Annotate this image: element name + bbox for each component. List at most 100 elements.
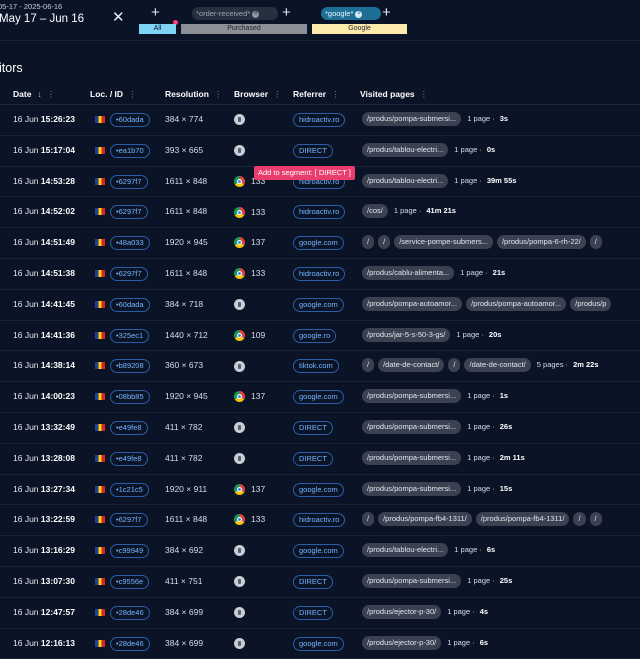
visitor-id-badge[interactable]: •ea1b70 (110, 143, 150, 158)
table-row[interactable]: 16 Jun 14:41:45 •60dada 384 × 718 google.co… (0, 290, 640, 321)
referrer-badge[interactable]: DIRECT (293, 605, 333, 620)
table-row[interactable]: 16 Jun 14:52:02 •6297f7 1611 × 848 133 hidro… (0, 197, 640, 229)
visitor-id-badge[interactable]: •08bb85 (110, 390, 150, 405)
column-menu-icon[interactable]: ⋮ (331, 89, 340, 99)
column-browser[interactable]: Browser ⋮ (234, 89, 282, 100)
table-row[interactable]: 16 Jun 15:17:04 •ea1b70 393 × 665 DIRECT/pr… (0, 136, 640, 167)
visitor-id-badge[interactable]: •e49fe8 (110, 420, 148, 435)
visited-page-chip[interactable]: /produs/ejector-p-30/ (362, 635, 442, 650)
table-row[interactable]: 16 Jun 14:41:36 •325ec1 1440 × 712 109 googl… (0, 321, 640, 352)
visited-page-chip[interactable]: /date-de-contact/ (378, 358, 445, 373)
column-menu-icon[interactable]: ⋮ (273, 89, 282, 99)
remove-filter-icon[interactable]: × (252, 10, 260, 18)
column-menu-icon[interactable]: ⋮ (128, 89, 137, 99)
table-row[interactable]: 16 Jun 14:51:38 •6297f7 1611 × 848 133 hidro… (0, 259, 640, 290)
visited-page-chip[interactable]: /cos/ (362, 204, 388, 219)
visitor-id-badge[interactable]: •e49fe8 (110, 451, 148, 466)
visited-page-chip[interactable]: /produs/tablou-electri... (362, 142, 449, 157)
visited-page-chip[interactable]: / (589, 512, 602, 527)
visited-page-chip[interactable]: /produs/pompa-submersi... (362, 112, 462, 126)
add-segment-google-button[interactable]: + (382, 5, 391, 20)
visitor-id-badge[interactable]: •325ec1 (110, 328, 150, 343)
column-date[interactable]: Date ↓ ⋮ (13, 89, 55, 100)
referrer-badge[interactable]: google.com (293, 236, 344, 251)
table-row[interactable]: 16 Jun 13:22:59 •6297f7 1611 × 848 133 hidro… (0, 505, 640, 537)
visitor-id-badge[interactable]: •1c21c5 (110, 482, 149, 497)
referrer-badge[interactable]: DIRECT (293, 451, 333, 466)
table-row[interactable]: 16 Jun 13:27:34 •1c21c5 1920 × 911 137 googl… (0, 475, 640, 506)
clear-date-button[interactable]: ✕ (112, 10, 125, 26)
visitor-id-badge[interactable]: •6297f7 (110, 513, 148, 528)
referrer-badge[interactable]: google.ro (293, 328, 337, 343)
visited-page-chip[interactable]: /produs/tablou-electri... (362, 173, 449, 188)
visitor-id-badge[interactable]: •c9556e (110, 574, 150, 589)
referrer-badge[interactable]: tiktok.com (293, 359, 339, 374)
visited-page-chip[interactable]: /service-pompe-submers... (394, 235, 493, 250)
visitor-id-badge[interactable]: •60dada (110, 113, 150, 127)
visited-page-chip[interactable]: /produs/pompa-submersi... (362, 419, 462, 434)
date-range-picker[interactable]: May 17 – Jun 16 (0, 13, 84, 25)
visited-page-chip[interactable]: / (362, 358, 375, 373)
add-segment-all-button[interactable]: + (151, 5, 160, 20)
table-row[interactable]: 16 Jun 12:16:13 •28de46 384 × 699 google.co… (0, 629, 640, 659)
column-visited-pages[interactable]: Visited pages ⋮ (360, 89, 428, 100)
sort-desc-icon[interactable]: ↓ (37, 89, 41, 99)
column-menu-icon[interactable]: ⋮ (420, 89, 429, 99)
visited-page-chip[interactable]: / (362, 235, 375, 250)
visited-page-chip[interactable]: /produs/pompa-autoamor... (362, 296, 463, 311)
visitor-id-badge[interactable]: •6297f7 (110, 266, 148, 281)
column-menu-icon[interactable]: ⋮ (47, 89, 56, 99)
visited-page-chip[interactable]: / (362, 512, 375, 527)
referrer-badge[interactable]: hidroactiv.ro (293, 205, 346, 220)
table-row[interactable]: 16 Jun 13:16:29 •c99949 384 × 692 google.co… (0, 536, 640, 567)
table-row[interactable]: 16 Jun 14:51:49 •48a033 1920 × 945 137 googl… (0, 228, 640, 259)
table-row[interactable]: 16 Jun 13:28:08 •e49fe8 411 × 782 DIRECT/pr… (0, 444, 640, 475)
visitor-id-badge[interactable]: •28de46 (110, 636, 150, 651)
visited-page-chip[interactable]: /produs/pompa-autoamor... (466, 296, 567, 311)
segment-all-tab[interactable]: All (139, 24, 176, 34)
visited-page-chip[interactable]: / (448, 358, 461, 373)
table-row[interactable]: 16 Jun 13:32:49 •e49fe8 411 × 782 DIRECT/pr… (0, 413, 640, 444)
referrer-badge[interactable]: DIRECT (293, 143, 333, 158)
add-segment-purchased-button[interactable]: + (282, 5, 291, 20)
referrer-badge[interactable]: hidroactiv.ro (293, 513, 346, 528)
table-row[interactable]: 16 Jun 14:38:14 •b89208 360 × 673 tiktok.co… (0, 351, 640, 383)
visited-page-chip[interactable]: /produs/ejector-p-30/ (362, 604, 442, 619)
remove-filter-icon[interactable]: × (355, 10, 363, 18)
visited-page-chip[interactable]: /produs/pompa-submersi... (362, 450, 462, 465)
visitor-id-badge[interactable]: •b89208 (110, 359, 150, 374)
column-referrer[interactable]: Referrer ⋮ (293, 89, 340, 100)
referrer-badge[interactable]: google.com (293, 636, 344, 651)
visited-page-chip[interactable]: / (589, 235, 602, 250)
visited-page-chip[interactable]: /produs/jar-5-s-50-3-gs/ (362, 327, 451, 342)
segment-purchased-tab[interactable]: Purchased (181, 24, 307, 34)
referrer-badge[interactable]: hidroactiv.ro (293, 113, 346, 127)
visitor-id-badge[interactable]: •c99949 (110, 544, 150, 559)
visited-page-chip[interactable]: /produs/pompa-submersi... (362, 481, 462, 496)
column-resolution[interactable]: Resolution ⋮ (165, 89, 222, 100)
referrer-badge[interactable]: DIRECT (293, 574, 333, 589)
referrer-badge[interactable]: google.com (293, 482, 344, 497)
table-row[interactable]: 16 Jun 13:07:30 •c9556e 411 × 751 DIRECT/pr… (0, 567, 640, 598)
visited-page-chip[interactable]: /produs/tablou-electri... (362, 543, 449, 558)
google-filter-chip[interactable]: *google* × (321, 7, 381, 20)
visitor-id-badge[interactable]: •28de46 (110, 605, 150, 620)
table-row[interactable]: 16 Jun 12:47:57 •28de46 384 × 699 DIRECT/pr… (0, 598, 640, 629)
referrer-badge[interactable]: hidroactiv.ro (293, 266, 346, 281)
referrer-badge[interactable]: google.com (293, 544, 344, 559)
visitor-id-badge[interactable]: •48a033 (110, 236, 150, 251)
visited-page-chip[interactable]: /produs/pompa-submersi... (362, 389, 462, 404)
visited-page-chip[interactable]: /produs/pompa-fb4-1311/ (378, 512, 472, 527)
referrer-badge[interactable]: google.com (293, 390, 344, 405)
table-row[interactable]: 16 Jun 14:00:23 •08bb85 1920 × 945 137 googl… (0, 382, 640, 413)
visitor-id-badge[interactable]: •6297f7 (110, 205, 148, 220)
column-location[interactable]: Loc. / ID ⋮ (90, 89, 137, 100)
visited-page-chip[interactable]: / (573, 512, 586, 527)
visited-page-chip[interactable]: /produs/p (570, 296, 612, 311)
visited-page-chip[interactable]: /produs/pompa-submersi... (362, 573, 462, 588)
add-to-segment-tooltip[interactable]: Add to segment: [ DIRECT ] (254, 166, 355, 180)
visited-page-chip[interactable]: / (378, 235, 391, 250)
referrer-badge[interactable]: DIRECT (293, 420, 333, 435)
visited-page-chip[interactable]: /produs/pompa-fb4-1311/ (475, 512, 570, 527)
visitor-id-badge[interactable]: •6297f7 (110, 174, 148, 189)
